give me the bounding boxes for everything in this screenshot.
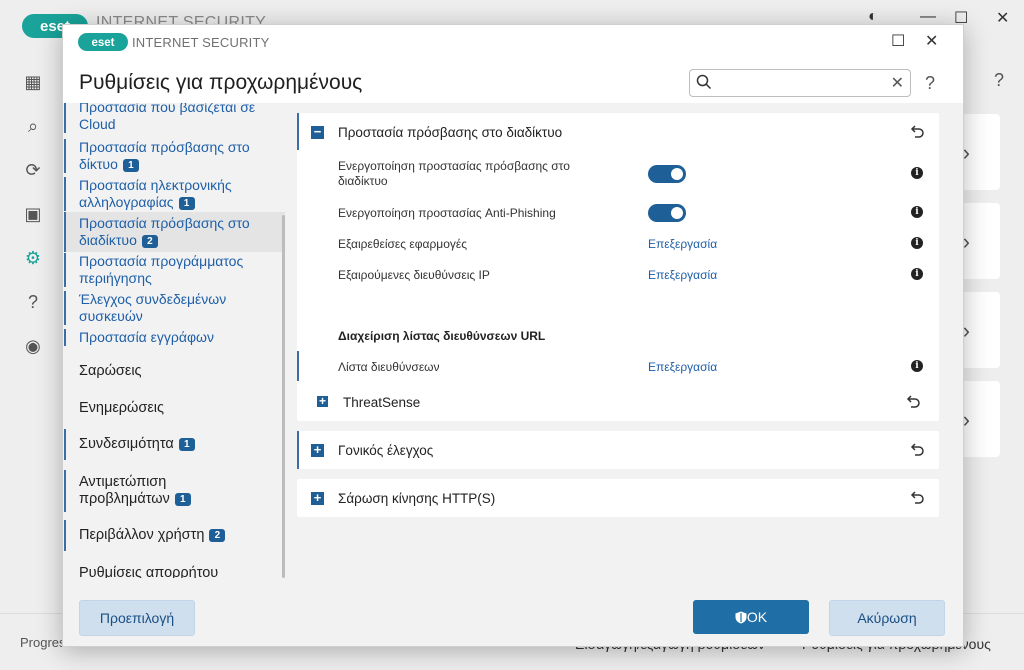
setup-gear-icon[interactable]: ⚙ [22, 248, 44, 270]
dialog-titlebar: eset INTERNET SECURITY ☐ ✕ [63, 25, 963, 59]
count-badge: 2 [141, 235, 158, 248]
count-badge: 2 [209, 529, 226, 542]
nav-item-label: Σαρώσεις [79, 363, 142, 379]
nav-item-troubleshooting[interactable]: Αντιμετώπιση προβλημάτων 1 [64, 470, 209, 512]
section-title[interactable]: Γονικός έλεγχος [338, 443, 433, 458]
nav-item-label: Προστασία ηλεκτρονικής αλληλογραφίας [79, 177, 232, 210]
revert-icon[interactable] [909, 490, 925, 506]
revert-icon[interactable] [909, 124, 925, 140]
setting-label: Λίστα διευθύνσεων [338, 360, 440, 374]
default-button[interactable]: Προεπιλογή [79, 600, 195, 636]
setting-label: Ενεργοποίηση προστασίας Anti-Phishing [338, 206, 556, 220]
nav-item-label: Προστασία εγγράφων [79, 329, 214, 345]
count-badge: 1 [174, 493, 191, 506]
nav-item-connectivity[interactable]: Συνδεσιμότητα 1 [64, 429, 285, 460]
nav-item-device-control[interactable]: Έλεγχος συνδεδεμένων συσκευών [64, 291, 285, 325]
close-icon[interactable]: ✕ [925, 31, 938, 51]
tools-icon[interactable]: ▣ [22, 204, 44, 226]
revert-icon[interactable] [909, 442, 925, 458]
ok-label: OK [746, 609, 768, 625]
nav-item-label: Ρυθμίσεις απορρήτου [79, 565, 219, 578]
nav-item-label: Έλεγχος συνδεδεμένων συσκευών [79, 291, 227, 324]
search-icon [696, 74, 712, 90]
nav-item-network-access[interactable]: Προστασία πρόσβασης στο δίκτυο 1 [64, 139, 285, 173]
nav-item-label: Ενημερώσεις [79, 400, 164, 416]
scan-icon[interactable]: ⌕ [22, 116, 44, 138]
nav-item-email-protection[interactable]: Προστασία ηλεκτρονικής αλληλογραφίας 1 [64, 177, 285, 211]
update-icon[interactable]: ⟳ [22, 160, 44, 182]
nav-item-web-access[interactable]: Προστασία πρόσβασης στο διαδίκτυο 2 [64, 212, 285, 252]
count-badge: 1 [178, 438, 195, 451]
info-icon[interactable]: i [911, 237, 923, 249]
account-icon[interactable]: ◉ [22, 336, 44, 358]
nav-item-label: Προστασία προγράμματος περιήγησης [79, 253, 244, 286]
info-icon[interactable]: i [911, 268, 923, 280]
dialog-header: Ρυθμίσεις για προχωρημένους ✕ ? [63, 59, 963, 103]
bg-help-icon[interactable]: ? [994, 70, 1004, 91]
advanced-setup-dialog: eset INTERNET SECURITY ☐ ✕ Ρυθμίσεις για… [62, 24, 964, 647]
nav-item-user-interface[interactable]: Περιβάλλον χρήστη 2 [64, 520, 285, 551]
info-icon[interactable]: i [911, 167, 923, 179]
setting-label: Εξαιρεθείσες εφαρμογές [338, 237, 468, 251]
nav-item-label: Περιβάλλον χρήστη [79, 527, 205, 543]
setting-label: Εξαιρούμενες διευθύνσεις IP [338, 268, 490, 282]
page-title: Ρυθμίσεις για προχωρημένους [79, 71, 363, 94]
http-scan-panel: + Σάρωση κίνησης HTTP(S) [297, 479, 939, 517]
nav-item-browser-protection[interactable]: Προστασία προγράμματος περιήγησης [64, 253, 285, 287]
shield-icon [735, 611, 747, 624]
count-badge: 1 [178, 197, 195, 210]
help-icon[interactable]: ? [22, 292, 44, 314]
nav-item-label: Συνδεσιμότητα [79, 436, 174, 452]
nav-item-privacy-settings[interactable]: Ρυθμίσεις απορρήτου [64, 565, 285, 578]
nav-item-scans[interactable]: Σαρώσεις [64, 363, 285, 380]
edit-excluded-ips-link[interactable]: Επεξεργασία [648, 268, 717, 282]
overview-icon[interactable]: ▦ [22, 72, 44, 94]
group-title: Διαχείριση λίστας διευθύνσεων URL [338, 329, 546, 343]
nav-item-cloud-protection[interactable]: Προστασία που βασίζεται σε Cloud [64, 103, 285, 133]
eset-logo: eset [78, 33, 128, 56]
search-box[interactable]: ✕ [689, 69, 911, 97]
maximize-icon[interactable]: ☐ [891, 31, 905, 51]
expand-icon[interactable]: + [311, 443, 324, 457]
search-input[interactable] [718, 73, 882, 93]
edit-excluded-apps-link[interactable]: Επεξεργασία [648, 237, 717, 251]
settings-nav: Προστασία που βασίζεται σε Cloud Προστασ… [63, 103, 285, 578]
collapse-icon[interactable]: − [311, 125, 324, 139]
expand-icon[interactable]: + [311, 491, 324, 505]
nav-scrollbar[interactable] [282, 215, 285, 578]
cancel-button[interactable]: Ακύρωση [829, 600, 945, 636]
nav-item-label: Προστασία που βασίζεται σε Cloud [79, 103, 256, 132]
ok-button[interactable]: OK [693, 600, 809, 634]
dialog-product-title: INTERNET SECURITY [132, 35, 270, 50]
nav-item-label: Προστασία πρόσβασης στο δίκτυο [79, 139, 250, 172]
setting-label: Ενεργοποίηση προστασίας πρόσβασης στο δι… [338, 159, 570, 188]
nav-item-label: Προστασία πρόσβασης στο διαδίκτυο [79, 215, 250, 248]
nav-item-label: Αντιμετώπιση προβλημάτων [79, 474, 170, 507]
help-icon[interactable]: ? [925, 73, 935, 94]
count-badge: 1 [122, 159, 139, 172]
anti-phishing-toggle[interactable] [648, 204, 686, 222]
info-icon[interactable]: i [911, 206, 923, 218]
info-icon[interactable]: i [911, 360, 923, 372]
expand-icon[interactable]: + [317, 395, 328, 407]
web-access-panel: − Προστασία πρόσβασης στο διαδίκτυο Ενερ… [297, 113, 939, 421]
clear-search-icon[interactable]: ✕ [891, 73, 904, 93]
edit-address-list-link[interactable]: Επεξεργασία [648, 360, 717, 374]
section-title[interactable]: Προστασία πρόσβασης στο διαδίκτυο [338, 125, 562, 140]
nav-item-updates[interactable]: Ενημερώσεις [64, 400, 285, 417]
close-icon[interactable]: ✕ [996, 8, 1009, 28]
threatsense-title[interactable]: ThreatSense [343, 395, 420, 410]
parental-control-panel: + Γονικός έλεγχος [297, 431, 939, 469]
section-title[interactable]: Σάρωση κίνησης HTTP(S) [338, 491, 495, 506]
logo-text: eset [91, 37, 114, 49]
web-access-toggle[interactable] [648, 165, 686, 183]
revert-icon[interactable] [905, 394, 921, 410]
nav-item-document-protection[interactable]: Προστασία εγγράφων [64, 329, 285, 346]
